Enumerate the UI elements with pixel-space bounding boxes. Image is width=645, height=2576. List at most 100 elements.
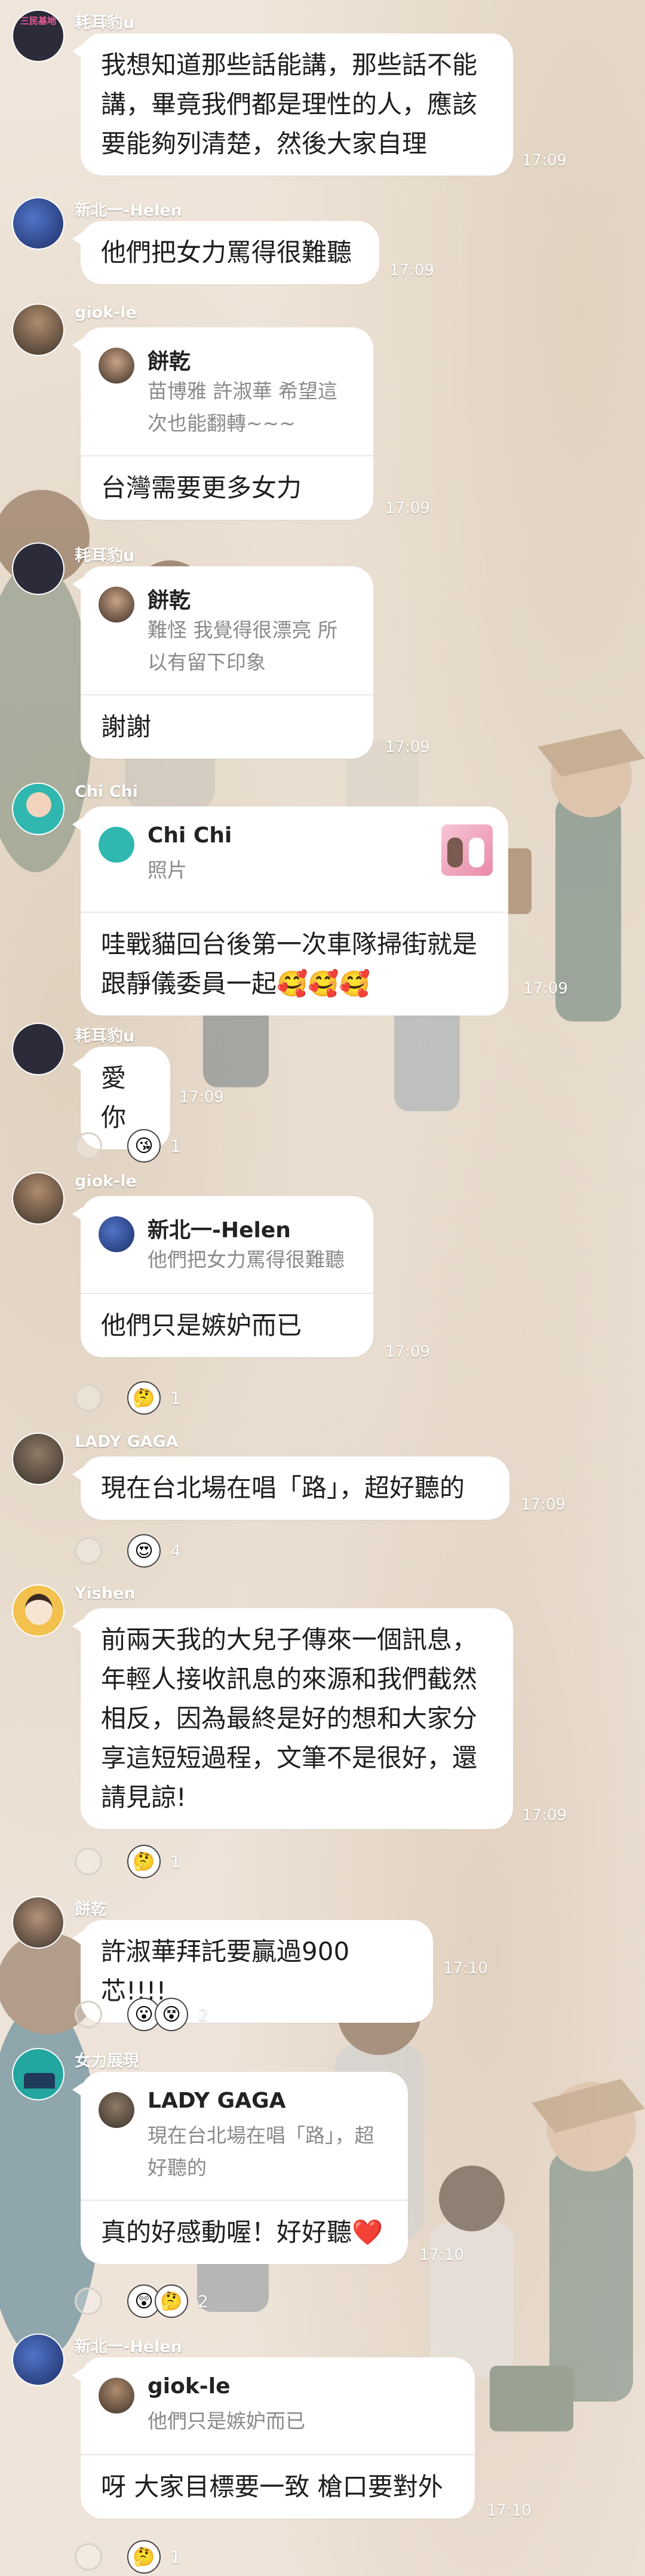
reaction-count: 1 (170, 1851, 181, 1872)
reaction-bar[interactable]: 🤔 1 (75, 2539, 181, 2575)
quoted-message[interactable]: Chi Chi 照片 (81, 806, 508, 913)
message-text: 謝謝 (101, 712, 152, 741)
sender-name[interactable]: 新北一-Helen (75, 197, 182, 220)
message-time: 17:10 (487, 2502, 532, 2520)
quoted-message[interactable]: giok-le 他們只是嫉妒而已 (81, 2357, 475, 2455)
quoted-message[interactable]: 新北一-Helen 他們把女力罵得很難聽 (81, 1196, 373, 1294)
reaction-emoji[interactable]: 🤔 (127, 1381, 161, 1415)
quoted-message[interactable]: 餅乾 難怪 我覺得很漂亮 所以有留下印象 (81, 566, 373, 695)
smile-outline-icon[interactable] (75, 2287, 102, 2315)
quoted-avatar (99, 1216, 134, 1252)
quoted-avatar (99, 348, 134, 384)
message-bubble[interactable]: 他們把女力罵得很難聽 (72, 221, 379, 284)
smile-outline-icon[interactable] (75, 1132, 102, 1160)
message-time: 17:09 (522, 1807, 567, 1824)
quoted-avatar (99, 587, 134, 622)
message-text: 我想知道那些話能講，那些話不能講，畢竟我們都是理性的人，應該要能夠列清楚，然後大… (101, 50, 478, 158)
quoted-sender: Chi Chi (148, 823, 232, 848)
sender-avatar[interactable] (12, 2048, 64, 2100)
reaction-count: 1 (170, 1136, 181, 1156)
sender-avatar[interactable] (12, 1433, 64, 1485)
smile-outline-icon[interactable] (75, 1384, 102, 1412)
sender-name[interactable]: 餅乾 (75, 1896, 107, 1919)
message-bubble[interactable]: 前兩天我的大兒子傳來一個訊息，年輕人接收訊息的來源和我們截然相反，因為最終是好的… (72, 1608, 513, 1829)
reaction-bar[interactable]: 🤔 1 (75, 1844, 181, 1879)
smile-outline-icon[interactable] (75, 1848, 102, 1875)
reply-bubble[interactable]: giok-le 他們只是嫉妒而已 呀 大家目標要一致 槍口要對外 (72, 2357, 475, 2519)
reaction-emoji[interactable]: 🤔 (127, 1845, 161, 1878)
sender-name[interactable]: Chi Chi (75, 783, 138, 801)
sender-name[interactable]: 新北一-Helen (75, 2333, 182, 2357)
message-text: 他們只是嫉妒而已 (101, 1311, 302, 1340)
sender-avatar[interactable] (12, 542, 64, 595)
thumb-figure (469, 838, 484, 867)
reaction-emoji[interactable]: 🤔 (127, 2540, 161, 2574)
message-bubble[interactable]: 現在台北場在唱「路」，超好聽的 (72, 1456, 509, 1520)
reaction-bar[interactable]: 😲 🤔 2 (75, 2283, 208, 2319)
sender-name[interactable]: 耗耳豹u (75, 542, 134, 566)
sender-avatar[interactable] (12, 303, 64, 356)
message-text: 前兩天我的大兒子傳來一個訊息，年輕人接收訊息的來源和我們截然相反，因為最終是好的… (101, 1625, 478, 1812)
quoted-sender: 餅乾 (148, 588, 191, 613)
sender-avatar[interactable] (12, 783, 64, 835)
message-text-body: 真的好感動喔！好好聽 (101, 2218, 352, 2247)
quoted-sender: 新北一-Helen (148, 1218, 291, 1243)
sender-avatar[interactable] (12, 1023, 64, 1075)
quoted-message[interactable]: LADY GAGA 現在台北場在唱「路」，超好聽的 (81, 2072, 408, 2201)
quoted-message[interactable]: 餅乾 苗博雅 許淑華 希望這次也能翻轉~~~ (81, 327, 373, 456)
message-text: 台灣需要更多女力 (101, 473, 302, 502)
smile-outline-icon[interactable] (75, 1537, 102, 1565)
reply-bubble[interactable]: Chi Chi 照片 哇戰貓回台後第一次車隊掃街就是跟靜儀委員一起🥰🥰🥰 (72, 806, 508, 1016)
reaction-bar[interactable]: 🤔 1 (75, 1380, 181, 1416)
reply-bubble[interactable]: 新北一-Helen 他們把女力罵得很難聽 他們只是嫉妒而已 (72, 1196, 373, 1357)
quoted-avatar (99, 2092, 134, 2128)
sender-name[interactable]: Yishen (75, 1584, 136, 1603)
reaction-emoji[interactable]: 🤔 (155, 2284, 188, 2318)
message-text: 真的好感動喔！好好聽❤️ (81, 2201, 408, 2264)
quoted-avatar (99, 2378, 134, 2414)
reaction-count: 1 (170, 2547, 181, 2567)
reaction-emoji[interactable]: 😘 (127, 1129, 161, 1163)
avatar-badge-text: 三民基地 (20, 16, 56, 26)
smile-outline-icon[interactable] (75, 2001, 102, 2028)
sender-avatar[interactable] (12, 1172, 64, 1225)
reaction-bar[interactable]: 😘 1 (75, 1128, 181, 1164)
message-bubble[interactable]: 我想知道那些話能講，那些話不能講，畢竟我們都是理性的人，應該要能夠列清楚，然後大… (72, 33, 513, 176)
sender-avatar[interactable] (12, 197, 64, 250)
reply-bubble[interactable]: LADY GAGA 現在台北場在唱「路」，超好聽的 真的好感動喔！好好聽❤️ (72, 2072, 408, 2264)
message-time: 17:09 (523, 980, 568, 998)
thumb-figure (447, 838, 463, 867)
quoted-avatar (99, 827, 134, 863)
quoted-text: 苗博雅 許淑華 希望這次也能翻轉~~~ (148, 379, 337, 435)
reaction-count: 2 (198, 2004, 208, 2025)
sender-avatar[interactable] (12, 1896, 64, 1949)
quoted-sender: LADY GAGA (148, 2089, 286, 2113)
sender-name[interactable]: LADY GAGA (75, 1433, 179, 1451)
message-time: 17:09 (522, 152, 567, 170)
message-time: 17:09 (385, 499, 430, 517)
reaction-bar[interactable]: 😮 😵 2 (75, 1997, 208, 2032)
quoted-text: 照片 (148, 858, 187, 882)
reaction-count: 4 (170, 1541, 181, 1561)
reply-bubble[interactable]: 餅乾 難怪 我覺得很漂亮 所以有留下印象 謝謝 (72, 566, 373, 759)
sender-name[interactable]: giok-le (75, 303, 137, 322)
sender-name[interactable]: 女力展現 (75, 2048, 139, 2071)
reply-bubble[interactable]: 餅乾 苗博雅 許淑華 希望這次也能翻轉~~~ 台灣需要更多女力 (72, 327, 373, 520)
sender-name[interactable]: 耗耳豹u (75, 10, 134, 33)
smile-outline-icon[interactable] (75, 2543, 102, 2571)
quoted-text: 他們把女力罵得很難聽 (148, 1248, 345, 1271)
sender-name[interactable]: 耗耳豹u (75, 1023, 134, 1046)
message-time: 17:09 (389, 262, 434, 280)
sender-avatar[interactable] (12, 2333, 64, 2386)
reaction-emoji[interactable]: 😵 (155, 1998, 188, 2031)
sender-avatar[interactable] (12, 1584, 64, 1637)
reaction-emoji[interactable]: 😍 (127, 1534, 161, 1568)
smiling-hearts-emoji: 🥰🥰🥰 (277, 969, 370, 998)
message-text: 現在台北場在唱「路」，超好聽的 (101, 1473, 465, 1502)
avatar-hat (24, 2073, 55, 2089)
reaction-bar[interactable]: 😍 4 (75, 1533, 181, 1569)
red-heart-emoji: ❤️ (352, 2218, 383, 2247)
photo-thumbnail[interactable] (441, 824, 493, 876)
sender-avatar[interactable]: 三民基地 (12, 10, 64, 62)
sender-name[interactable]: giok-le (75, 1172, 137, 1191)
